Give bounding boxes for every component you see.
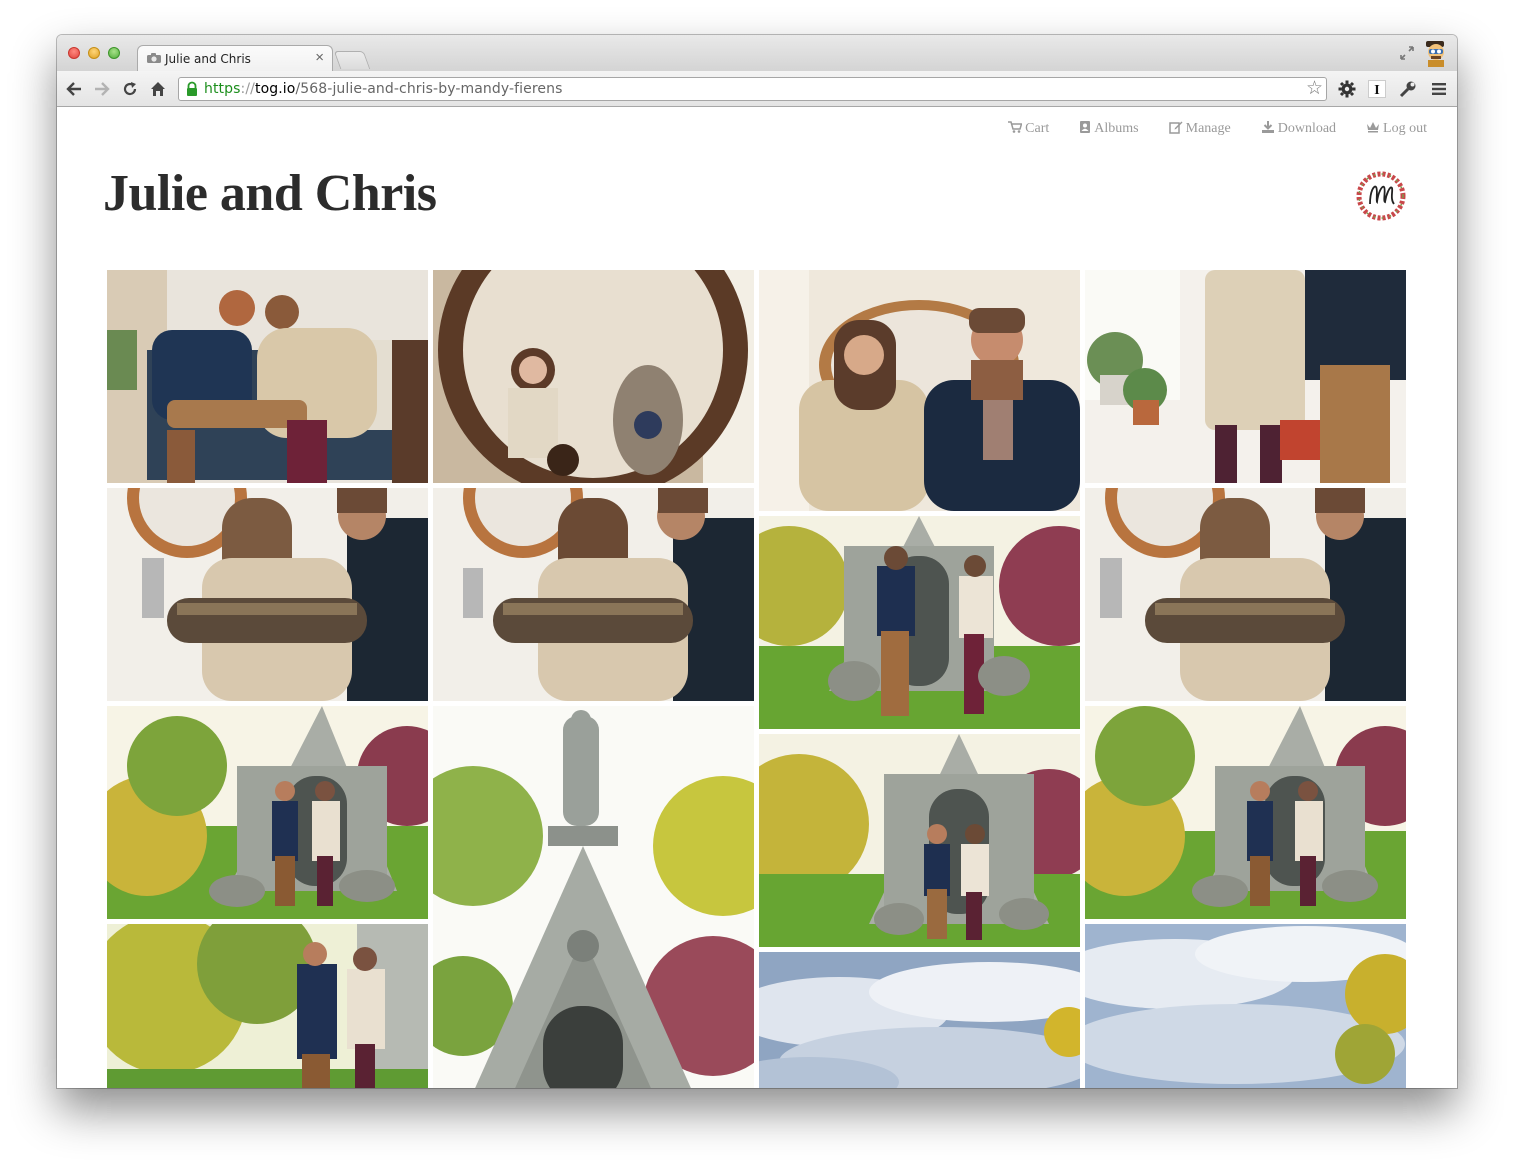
photo-cloudy-sky-tree[interactable] — [1085, 924, 1406, 1088]
tab-strip: Julie and Chris × — [57, 35, 1457, 71]
photo-couple-on-couch[interactable] — [107, 270, 428, 483]
close-window-button[interactable] — [68, 47, 80, 59]
photographer-monogram-logo[interactable] — [1356, 171, 1406, 221]
top-nav: Cart Albums Manage Download Log out — [1008, 120, 1427, 138]
instapaper-icon: I — [1368, 80, 1386, 98]
reload-icon — [123, 82, 137, 96]
address-bar[interactable]: https://tog.io/568-julie-and-chris-by-ma… — [178, 77, 1327, 101]
nav-cart-label: Cart — [1025, 121, 1050, 136]
lock-icon — [185, 81, 199, 97]
gallery-title: Julie and Chris — [103, 165, 437, 222]
wrench-extension-button[interactable] — [1397, 78, 1419, 100]
albums-icon — [1079, 120, 1091, 138]
photo-couple-walking-trees[interactable] — [107, 924, 428, 1088]
svg-text:I: I — [1374, 83, 1379, 98]
nav-albums[interactable]: Albums — [1079, 120, 1139, 138]
home-button[interactable] — [147, 78, 169, 100]
browser-window: Julie and Chris × https://tog.io/568-jul… — [57, 35, 1457, 1088]
photo-walking-to-mausoleum[interactable] — [759, 516, 1080, 729]
photo-couple-with-cat-close[interactable] — [1085, 488, 1406, 701]
nav-download[interactable]: Download — [1261, 120, 1336, 138]
page-content: Cart Albums Manage Download Log out Juli… — [57, 108, 1457, 1088]
settings-extension-button[interactable] — [1336, 78, 1358, 100]
zoom-window-button[interactable] — [108, 47, 120, 59]
instapaper-extension-button[interactable]: I — [1366, 78, 1388, 100]
gear-icon — [1338, 80, 1356, 98]
crown-icon — [1366, 121, 1380, 137]
wrench-icon — [1399, 81, 1416, 98]
nav-manage-label: Manage — [1185, 121, 1231, 136]
bookmark-star-icon[interactable]: ☆ — [1306, 78, 1323, 100]
download-icon — [1261, 120, 1275, 138]
browser-toolbar: https://tog.io/568-julie-and-chris-by-ma… — [57, 71, 1457, 107]
photo-couple-in-front-of-mirror[interactable] — [759, 270, 1080, 511]
close-tab-icon[interactable]: × — [315, 49, 324, 66]
fullscreen-icon[interactable] — [1399, 45, 1415, 64]
back-arrow-icon — [66, 82, 81, 96]
photo-cloudy-sky[interactable] — [759, 952, 1080, 1088]
nav-manage[interactable]: Manage — [1168, 120, 1231, 138]
menu-button[interactable] — [1428, 78, 1450, 100]
photo-couple-with-cat[interactable] — [107, 488, 428, 701]
hamburger-menu-icon — [1432, 83, 1446, 95]
back-button[interactable] — [63, 78, 85, 100]
new-tab-button[interactable] — [333, 51, 371, 69]
edit-icon — [1168, 120, 1183, 138]
url-text: https://tog.io/568-julie-and-chris-by-ma… — [204, 81, 563, 97]
tab-title: Julie and Chris — [165, 52, 251, 66]
photo-couple-at-mausoleum-wide[interactable] — [759, 734, 1080, 947]
reload-button[interactable] — [119, 78, 141, 100]
home-icon — [151, 82, 165, 96]
photo-couple-at-mausoleum[interactable] — [107, 706, 428, 919]
camera-icon — [146, 52, 162, 64]
forward-button[interactable] — [91, 78, 113, 100]
photo-mausoleum-statue[interactable] — [433, 706, 754, 1088]
photo-couple-with-cat-smiling[interactable] — [433, 488, 754, 701]
nav-logout-label: Log out — [1383, 121, 1427, 136]
photo-holding-hands-detail[interactable] — [1085, 270, 1406, 483]
nav-albums-label: Albums — [1094, 121, 1139, 136]
nav-logout[interactable]: Log out — [1366, 120, 1427, 138]
profile-avatar[interactable] — [1423, 39, 1449, 67]
minimize-window-button[interactable] — [88, 47, 100, 59]
photo-mirror-reflection[interactable] — [433, 270, 754, 483]
tab-julie-and-chris[interactable]: Julie and Chris × — [137, 45, 333, 71]
nav-download-label: Download — [1277, 121, 1337, 136]
cart-icon — [1008, 121, 1023, 137]
forward-arrow-icon — [95, 82, 110, 96]
nav-cart[interactable]: Cart — [1008, 120, 1049, 138]
photo-couple-at-mausoleum-walking[interactable] — [1085, 706, 1406, 919]
